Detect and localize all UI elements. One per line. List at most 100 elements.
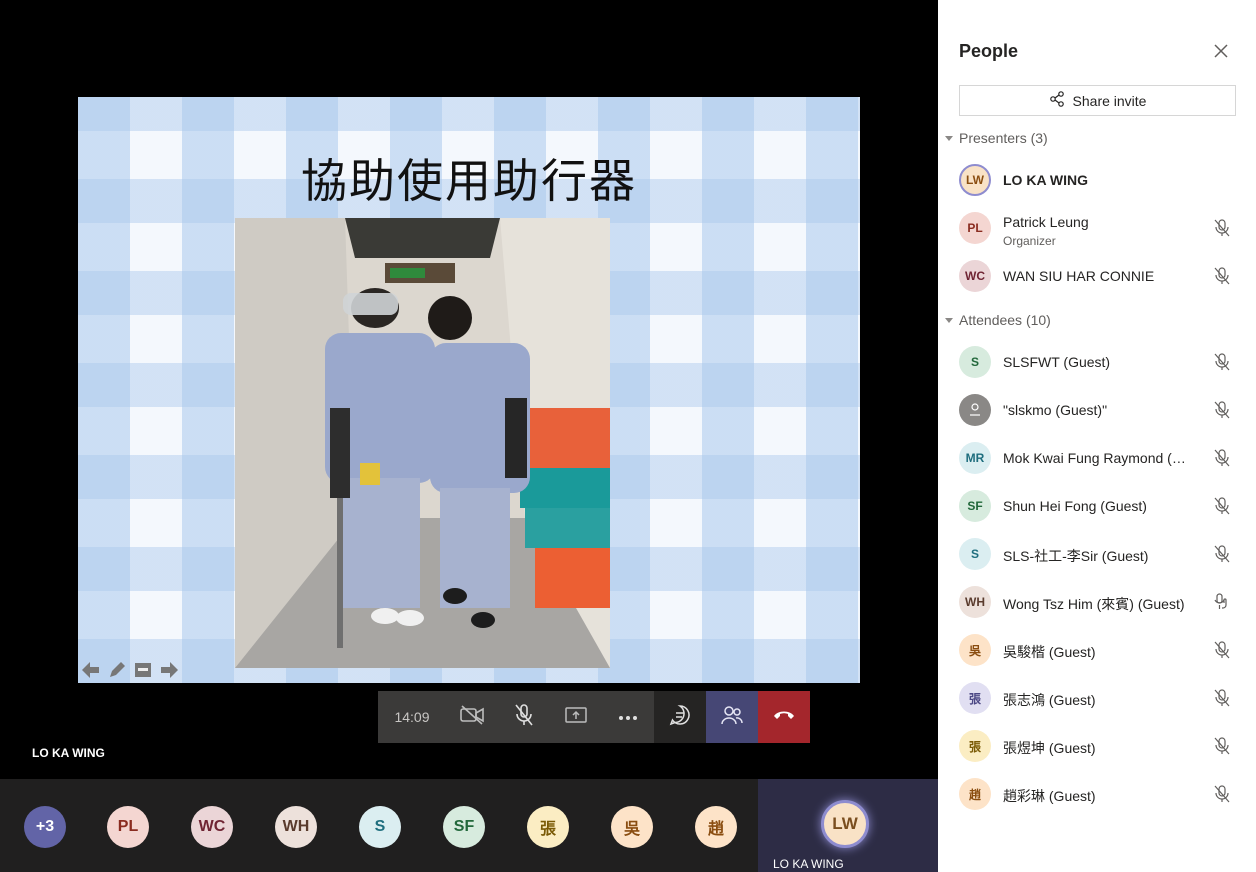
people-icon	[720, 705, 744, 730]
self-avatar: LW	[821, 800, 869, 848]
more-icon	[618, 708, 638, 726]
meeting-stage: 協助使用助行器 14:09 LO KA WING	[0, 0, 938, 779]
prev-slide-icon[interactable]	[82, 661, 100, 679]
participant-row[interactable]: 趙趙彩琳 (Guest)	[959, 776, 1239, 812]
call-controls: 14:09	[378, 691, 810, 743]
avatar: WC	[959, 260, 991, 292]
share-invite-label: Share invite	[1072, 92, 1147, 109]
mic-off-icon	[1213, 545, 1231, 563]
avatar: 張	[959, 682, 991, 714]
chevron-down-icon	[945, 135, 953, 141]
participant-row[interactable]: WC WAN SIU HAR CONNIE	[959, 258, 1239, 294]
close-icon[interactable]	[1212, 42, 1230, 60]
presenters-section-toggle[interactable]: Presenters (3)	[945, 130, 1048, 146]
avatar: MR	[959, 442, 991, 474]
camera-off-icon	[460, 704, 484, 730]
participant-name: 張煜坤 (Guest)	[1003, 740, 1096, 756]
overflow-participants-avatar[interactable]: +3	[24, 806, 66, 848]
participant-name: Mok Kwai Fung Raymond (G...	[1003, 450, 1191, 466]
participant-avatar[interactable]: S	[359, 806, 401, 848]
chat-button[interactable]	[654, 691, 706, 743]
avatar: 張	[959, 730, 991, 762]
participant-row[interactable]: 吳吳駿楷 (Guest)	[959, 632, 1239, 668]
participant-avatar[interactable]: PL	[107, 806, 149, 848]
call-timer: 14:09	[378, 691, 446, 743]
participant-name: "slskmo (Guest)"	[1003, 402, 1108, 418]
avatar: 趙	[959, 778, 991, 810]
user-icon	[968, 402, 982, 419]
slide-nav	[82, 660, 178, 680]
share-screen-icon	[565, 706, 587, 729]
participant-row[interactable]: MR Mok Kwai Fung Raymond (G...	[959, 440, 1239, 476]
panel-title: People	[959, 41, 1019, 61]
participant-row[interactable]: 張張煜坤 (Guest)	[959, 728, 1239, 764]
avatar: SF	[959, 490, 991, 522]
participant-name: Patrick Leung	[1003, 214, 1089, 230]
participant-name: Wong Tsz Him (來賓) (Guest)	[1003, 596, 1185, 612]
participant-strip: +3 PL WC WH S SF 張 吳 趙 LW LO KA WING	[0, 779, 938, 872]
self-name: LO KA WING	[773, 857, 844, 871]
avatar: LW	[959, 164, 991, 196]
people-button[interactable]	[706, 691, 758, 743]
slide-menu-icon[interactable]	[134, 661, 152, 679]
mic-off-icon	[1213, 785, 1231, 803]
participant-row[interactable]: SF Shun Hei Fong (Guest)	[959, 488, 1239, 524]
slide-title: 協助使用助行器	[301, 154, 637, 208]
participant-name: SLSFWT (Guest)	[1003, 354, 1111, 370]
participant-row[interactable]: S SLSFWT (Guest)	[959, 344, 1239, 380]
participant-name: WAN SIU HAR CONNIE	[1003, 268, 1155, 284]
mic-off-icon	[1213, 219, 1231, 237]
participant-avatar[interactable]: SF	[443, 806, 485, 848]
avatar: PL	[959, 212, 991, 244]
next-slide-icon[interactable]	[160, 661, 178, 679]
avatar: S	[959, 538, 991, 570]
participant-row[interactable]: S SLS-社工-李Sir (Guest)	[959, 536, 1239, 572]
share-icon	[1049, 91, 1065, 110]
participant-row[interactable]: "slskmo (Guest)"	[959, 392, 1239, 428]
participant-name: 趙彩琳 (Guest)	[1003, 788, 1096, 804]
shared-slide: 協助使用助行器	[78, 97, 860, 683]
hangup-button[interactable]	[758, 691, 810, 743]
mic-off-icon	[514, 703, 534, 731]
participant-row[interactable]: PL Patrick Leung Organizer	[959, 210, 1239, 248]
presenters-label: Presenters (3)	[959, 130, 1048, 146]
participant-avatar[interactable]: 吳	[611, 806, 653, 848]
mic-off-icon	[1213, 267, 1231, 285]
avatar: S	[959, 346, 991, 378]
more-actions-button[interactable]	[602, 691, 654, 743]
participant-name: SLS-社工-李Sir (Guest)	[1003, 548, 1149, 564]
attendees-section-toggle[interactable]: Attendees (10)	[945, 312, 1051, 328]
share-screen-button[interactable]	[550, 691, 602, 743]
attendees-label: Attendees (10)	[959, 312, 1051, 328]
chevron-down-icon	[945, 317, 953, 323]
mic-hand-icon	[1213, 593, 1231, 611]
video-toggle-button[interactable]	[446, 691, 498, 743]
mic-off-icon	[1213, 689, 1231, 707]
avatar: 吳	[959, 634, 991, 666]
mic-off-icon	[1213, 737, 1231, 755]
mic-off-icon	[1213, 401, 1231, 419]
participant-role: Organizer	[1003, 234, 1056, 248]
participant-row[interactable]: 張張志鴻 (Guest)	[959, 680, 1239, 716]
pen-icon[interactable]	[108, 661, 126, 679]
participant-name: LO KA WING	[1003, 172, 1089, 188]
participant-name: 吳駿楷 (Guest)	[1003, 644, 1096, 660]
mic-off-icon	[1213, 449, 1231, 467]
participant-avatar[interactable]: WC	[191, 806, 233, 848]
mic-off-icon	[1213, 497, 1231, 515]
participant-avatar[interactable]: 張	[527, 806, 569, 848]
share-invite-button[interactable]: Share invite	[959, 85, 1236, 116]
mic-off-icon	[1213, 353, 1231, 371]
avatar: WH	[959, 586, 991, 618]
active-speaker-name: LO KA WING	[32, 746, 105, 760]
participant-name: 張志鴻 (Guest)	[1003, 692, 1096, 708]
participant-name: Shun Hei Fong (Guest)	[1003, 498, 1147, 514]
participant-avatar[interactable]: WH	[275, 806, 317, 848]
avatar	[959, 394, 991, 426]
participant-avatar[interactable]: 趙	[695, 806, 737, 848]
self-video-tile[interactable]: LW LO KA WING	[758, 779, 938, 872]
mic-off-icon	[1213, 641, 1231, 659]
participant-row[interactable]: LW LO KA WING	[959, 162, 1239, 198]
mic-toggle-button[interactable]	[498, 691, 550, 743]
participant-row[interactable]: WH Wong Tsz Him (來賓) (Guest)	[959, 584, 1239, 620]
